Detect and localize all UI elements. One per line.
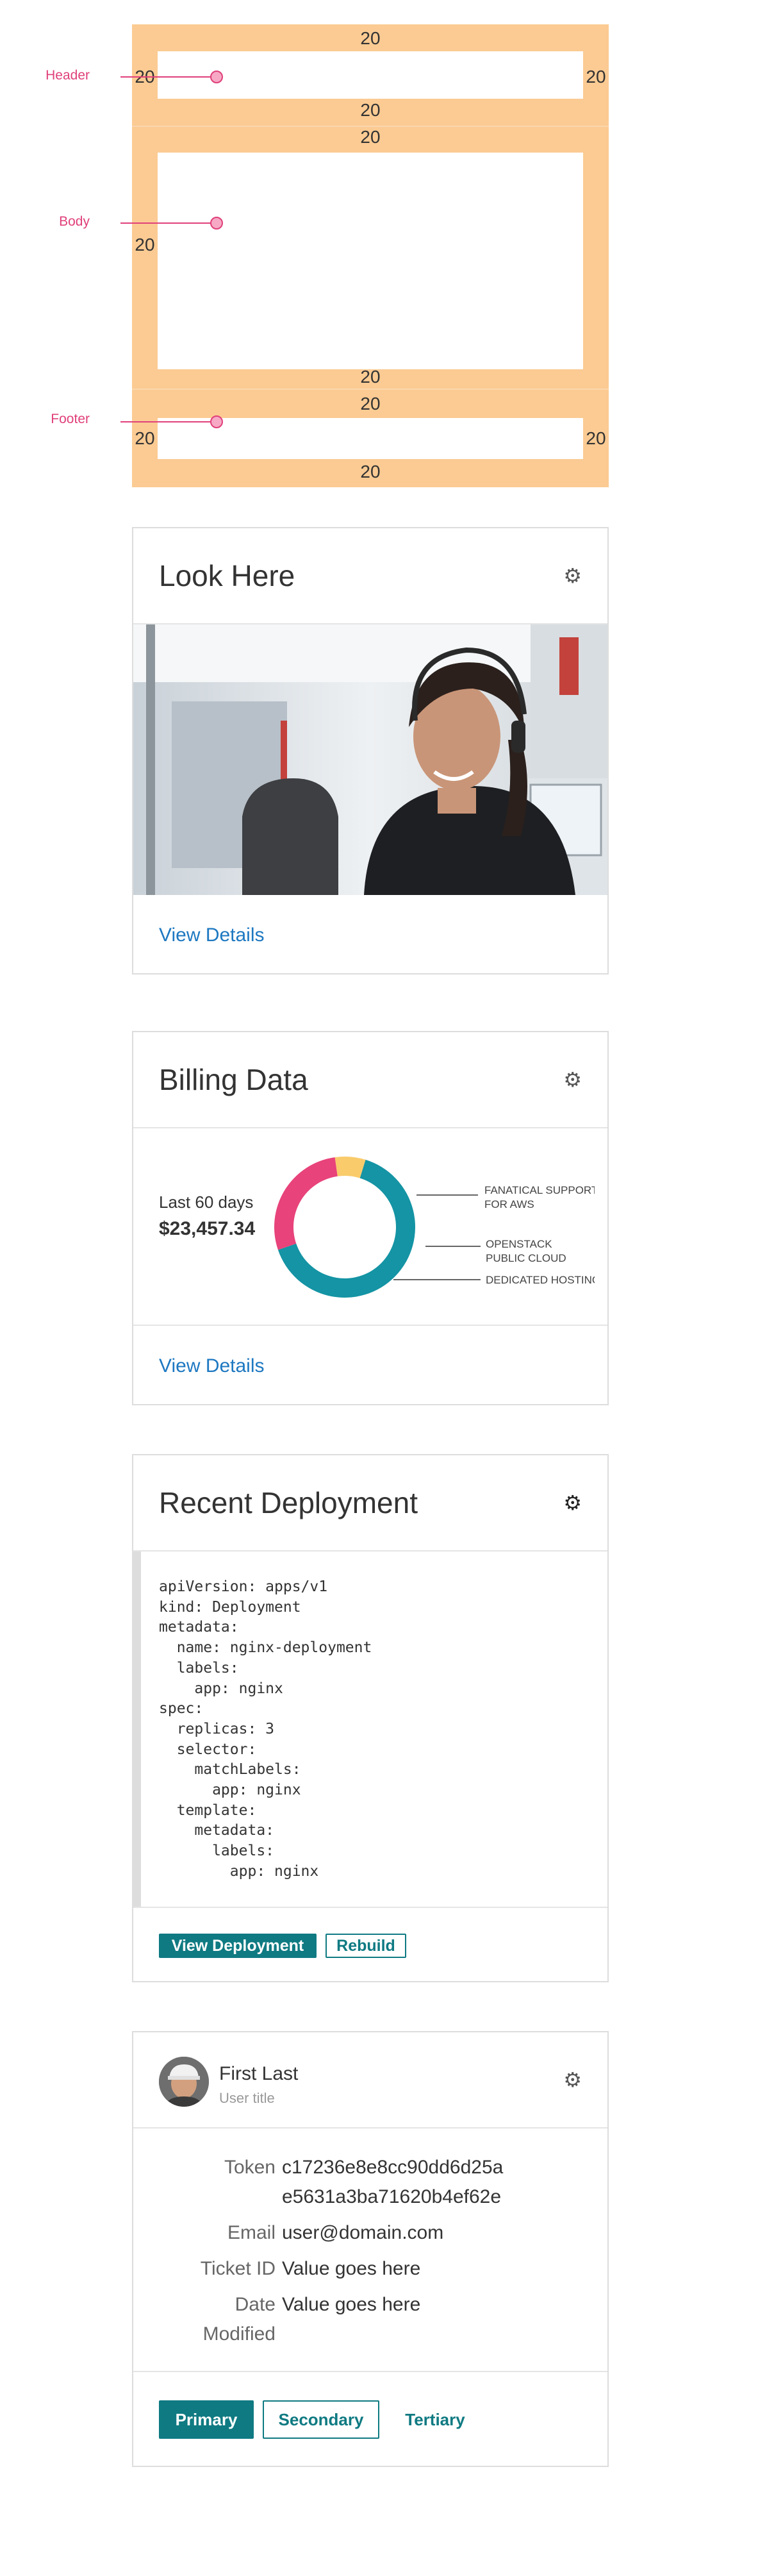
code-line: metadata: [159, 1619, 239, 1636]
card-header: Look Here ⚙ [133, 528, 607, 624]
legend-label-aws: FANATICAL SUPPORT [484, 1184, 595, 1196]
code-line: app: nginx [159, 1782, 301, 1799]
view-details-link[interactable]: View Details [159, 924, 265, 946]
billing-body: Last 60 days $23,457.34 FANATICAL SUPPOR… [133, 1128, 607, 1326]
user-details: Token c17236e8e8cc90dd6d25a e5631a3ba716… [133, 2129, 607, 2372]
avatar-image [159, 2057, 209, 2107]
code-line: name: nginx-deployment [159, 1639, 372, 1657]
yaml-code-block: apiVersion: apps/v1 kind: Deployment metad… [133, 1551, 607, 1908]
card-header: Billing Data ⚙ [133, 1032, 607, 1128]
card-title: Billing Data [159, 1063, 308, 1096]
billing-data-card: Billing Data ⚙ Last 60 days $23,457.34 F… [132, 1031, 609, 1405]
legend-label-dedicated: DEDICATED HOSTING [486, 1274, 595, 1286]
code-line: labels: [159, 1843, 275, 1860]
code-line: replicas: 3 [159, 1720, 275, 1737]
gear-icon[interactable]: ⚙ [563, 565, 582, 586]
code-line: template: [159, 1802, 257, 1819]
code-line: matchLabels: [159, 1761, 301, 1778]
card-footer: Primary Secondary Tertiary [133, 2372, 607, 2466]
body-callout-dot [210, 217, 223, 230]
token-label: Token [224, 2157, 276, 2178]
billing-amount: $23,457.34 [159, 1218, 256, 1239]
token-value-line2: e5631a3ba71620b4ef62e [282, 2186, 502, 2207]
spacing-label: 20 [360, 28, 381, 48]
primary-button[interactable]: Primary [159, 2400, 254, 2439]
date-modified-label-line2: Modified [202, 2323, 276, 2345]
user-name: First Last [219, 2063, 299, 2084]
view-details-link[interactable]: View Details [159, 1355, 265, 1377]
footer-callout-label: Footer [51, 412, 90, 426]
card-footer: View Deployment Rebuild [133, 1908, 607, 1981]
body-callout-label: Body [59, 214, 90, 229]
support-agent-photo [133, 624, 607, 895]
gear-icon[interactable]: ⚙ [563, 2070, 582, 2090]
card-footer: View Details [133, 1326, 607, 1407]
gear-icon[interactable]: ⚙ [563, 1069, 582, 1090]
token-value-line1: c17236e8e8cc90dd6d25a [282, 2157, 504, 2178]
header-callout-label: Header [45, 68, 90, 83]
card-title: Look Here [159, 559, 295, 592]
code-line: apiVersion: apps/v1 [159, 1578, 328, 1595]
spacing-label: 20 [586, 428, 606, 448]
avatar [159, 2057, 209, 2107]
code-line: selector: [159, 1741, 257, 1758]
header-callout-line [120, 76, 217, 78]
legend-label-openstack: OPENSTACK [486, 1238, 552, 1250]
spacing-label: 20 [135, 428, 155, 448]
ticket-id-label: Ticket ID [200, 2258, 276, 2279]
spacing-label: 20 [360, 127, 381, 147]
segment-divider [132, 389, 609, 390]
look-here-card: Look Here ⚙ View Details [132, 527, 609, 974]
user-card: First Last User title ⚙ Token c17236e8e8… [132, 2031, 609, 2467]
email-label: Email [227, 2222, 276, 2243]
legend-label-openstack-line2: PUBLIC CLOUD [486, 1252, 566, 1264]
view-deployment-button[interactable]: View Deployment [159, 1934, 317, 1958]
spacing-label: 20 [135, 235, 155, 255]
recent-deployment-card: Recent Deployment ⚙ apiVersion: apps/v1 k… [132, 1454, 609, 1982]
secondary-button[interactable]: Secondary [263, 2400, 379, 2439]
body-callout-line [120, 222, 217, 224]
header-callout-dot [210, 71, 223, 83]
gear-icon[interactable]: ⚙ [563, 1493, 582, 1513]
code-block-accent-bar [133, 1551, 141, 1907]
ticket-id-value: Value goes here [282, 2258, 421, 2279]
date-modified-value: Value goes here [282, 2294, 421, 2315]
user-title: User title [219, 2090, 275, 2106]
email-value: user@domain.com [282, 2222, 444, 2243]
legend-label-aws-line2: FOR AWS [484, 1198, 534, 1210]
card-header: Recent Deployment ⚙ [133, 1455, 607, 1551]
code-line: spec: [159, 1700, 204, 1718]
code-line: metadata: [159, 1822, 275, 1839]
rebuild-button[interactable]: Rebuild [326, 1934, 406, 1958]
spacing-label: 20 [360, 100, 381, 120]
donut-slice-2 [274, 1157, 338, 1250]
code-line: kind: Deployment [159, 1598, 301, 1616]
spacing-label: 20 [360, 367, 381, 387]
code-lines: apiVersion: apps/v1 kind: Deployment metad… [159, 1577, 372, 1882]
spacing-label: 20 [586, 67, 606, 87]
footer-callout-line [120, 421, 217, 422]
spacing-label: 20 [360, 462, 381, 481]
body-content-area [158, 153, 583, 369]
code-line: app: nginx [159, 1680, 283, 1697]
footer-callout-dot [210, 415, 223, 428]
card-anatomy-diagram: 20 20 20 20 20 20 20 20 20 20 20 Header … [0, 0, 783, 506]
card-footer: View Details [133, 895, 607, 976]
billing-period-label: Last 60 days [159, 1192, 254, 1212]
billing-donut-chart: FANATICAL SUPPORT FOR AWS OPENSTACK PUBL… [274, 1157, 595, 1298]
card-header: First Last User title ⚙ [133, 2032, 607, 2129]
date-modified-label: Date [235, 2294, 276, 2315]
code-line: app: nginx [159, 1862, 319, 1880]
card-title: Recent Deployment [159, 1486, 418, 1519]
code-line: labels: [159, 1659, 239, 1677]
tertiary-button[interactable]: Tertiary [387, 2400, 483, 2439]
photo-illustration [133, 624, 607, 895]
spacing-label: 20 [360, 394, 381, 414]
